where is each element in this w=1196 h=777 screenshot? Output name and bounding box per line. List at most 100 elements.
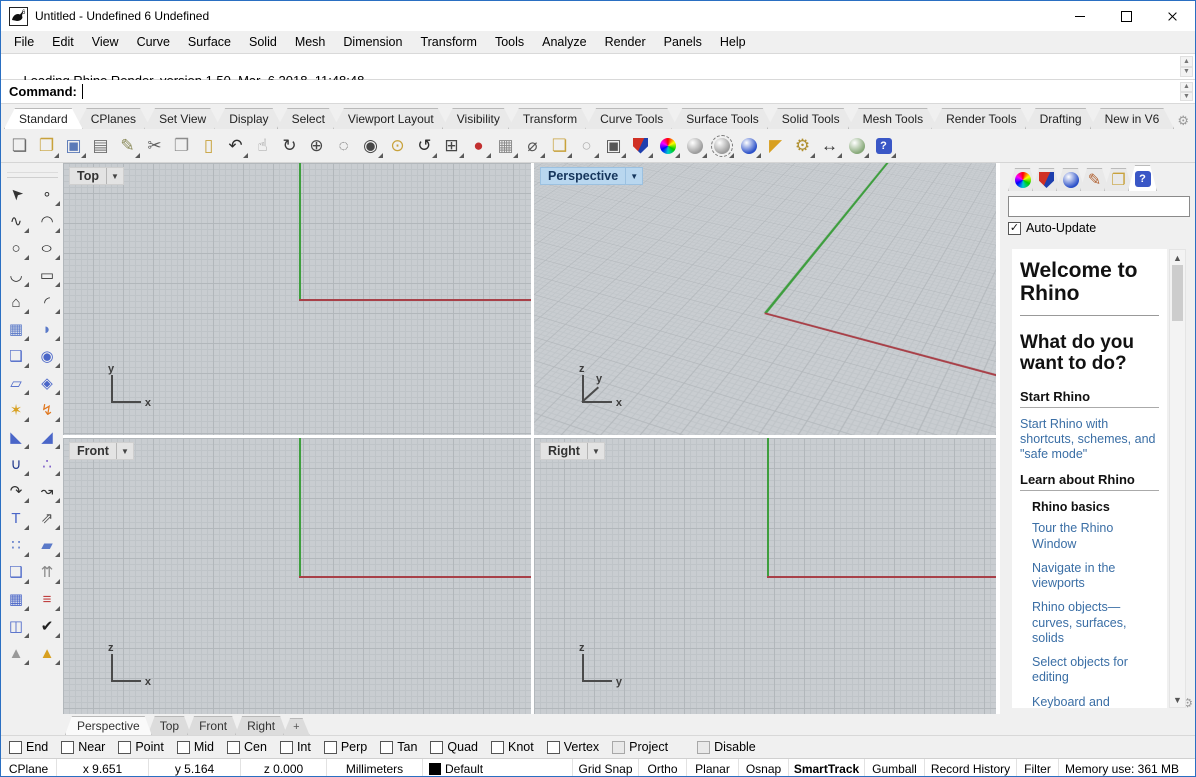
spinner-down-icon[interactable]: ▼ bbox=[1180, 91, 1193, 101]
arc-icon[interactable]: ◡ bbox=[3, 262, 30, 288]
menu-file[interactable]: File bbox=[5, 33, 43, 51]
libraries-folder-tab[interactable]: ❐ bbox=[1104, 168, 1133, 191]
checkbox-icon[interactable] bbox=[61, 740, 75, 754]
cplane-grid-icon[interactable]: ▦ bbox=[492, 132, 519, 159]
toolbar-tab-select[interactable]: Select bbox=[277, 108, 340, 129]
properties-shield-tab[interactable] bbox=[1032, 168, 1061, 191]
display-tab[interactable] bbox=[1008, 168, 1037, 191]
command-line[interactable]: Command: ▲ ▼ bbox=[1, 80, 1195, 104]
zoom-selected-icon[interactable]: ⊙ bbox=[384, 132, 411, 159]
rectangle-icon[interactable]: ▭ bbox=[34, 262, 61, 288]
status-osnap[interactable]: Osnap bbox=[739, 759, 789, 776]
status-smarttrack[interactable]: SmartTrack bbox=[789, 759, 865, 776]
checkbox-icon[interactable] bbox=[430, 740, 444, 754]
scroll-thumb[interactable] bbox=[1172, 265, 1183, 321]
box-icon[interactable]: ❑ bbox=[3, 343, 30, 369]
pyramid-icon[interactable]: ▲ bbox=[34, 640, 61, 666]
menu-mesh[interactable]: Mesh bbox=[286, 33, 335, 51]
maximize-button[interactable] bbox=[1103, 1, 1149, 31]
color-wheel-icon[interactable] bbox=[654, 132, 681, 159]
status-x-9-651[interactable]: x 9.651 bbox=[57, 759, 149, 776]
extrude-solid-icon[interactable]: ❑ bbox=[3, 559, 30, 585]
help-search-input[interactable] bbox=[1008, 196, 1190, 217]
move-icon[interactable]: ⇗ bbox=[34, 505, 61, 531]
save-icon[interactable]: ▣ bbox=[60, 132, 87, 159]
viewport-tab-top[interactable]: Top bbox=[148, 716, 191, 735]
paste-icon[interactable]: ▯ bbox=[195, 132, 222, 159]
checkbox-icon[interactable] bbox=[491, 740, 504, 754]
checkbox-icon[interactable] bbox=[279, 740, 293, 754]
osnap-end[interactable]: End bbox=[9, 740, 48, 754]
point-cloud-icon[interactable]: ∴ bbox=[34, 451, 61, 477]
rebuild-curve-icon[interactable]: ↝ bbox=[34, 478, 61, 504]
status-filter[interactable]: Filter bbox=[1017, 759, 1059, 776]
osnap-point[interactable]: Point bbox=[118, 740, 164, 754]
menu-render[interactable]: Render bbox=[596, 33, 655, 51]
viewport-front[interactable]: Front ▼ z x bbox=[63, 438, 531, 714]
osnap-disable[interactable]: Disable bbox=[697, 740, 756, 754]
toolbar-tab-visibility[interactable]: Visibility bbox=[442, 108, 515, 129]
chevron-down-icon[interactable]: ▼ bbox=[115, 443, 133, 459]
help-link-navigate-in-the-viewports[interactable]: Navigate in the viewports bbox=[1032, 561, 1159, 592]
checkbox-icon[interactable] bbox=[323, 740, 337, 754]
help-link-tour-the-rhino-window[interactable]: Tour the Rhino Window bbox=[1032, 521, 1159, 552]
scroll-up-icon[interactable]: ▲ bbox=[1180, 56, 1193, 67]
surface-network-icon[interactable]: ◈ bbox=[34, 370, 61, 396]
checkbox-icon[interactable] bbox=[227, 740, 240, 754]
surface-from-points-icon[interactable]: ▦ bbox=[3, 316, 30, 342]
checkbox-icon[interactable] bbox=[546, 740, 560, 754]
menu-view[interactable]: View bbox=[83, 33, 128, 51]
scroll-down-icon[interactable]: ▼ bbox=[1170, 692, 1185, 707]
osnap-knot[interactable]: Knot bbox=[491, 740, 534, 754]
status-memory-use-361-mb[interactable]: Memory use: 361 MB bbox=[1059, 759, 1195, 776]
menu-tools[interactable]: Tools bbox=[486, 33, 533, 51]
help-icon[interactable] bbox=[870, 132, 897, 159]
viewport-layout-icon[interactable]: ⊞ bbox=[438, 132, 465, 159]
render-sphere-icon[interactable] bbox=[735, 132, 762, 159]
menu-help[interactable]: Help bbox=[711, 33, 755, 51]
zoom-extents-icon[interactable]: ⊕ bbox=[303, 132, 330, 159]
curve-fillet-icon[interactable]: ◜ bbox=[34, 289, 61, 315]
array-rectangular-icon[interactable]: ▦ bbox=[3, 586, 30, 612]
viewport-right-label[interactable]: Right ▼ bbox=[540, 442, 605, 460]
named-view-car-icon[interactable]: ● bbox=[465, 132, 492, 159]
viewport-front-label[interactable]: Front ▼ bbox=[69, 442, 134, 460]
toolbar-tab-surface-tools[interactable]: Surface Tools bbox=[671, 108, 774, 129]
rhino-shield-icon[interactable] bbox=[627, 132, 654, 159]
cylinder-icon[interactable]: ▱ bbox=[3, 370, 30, 396]
curved-surface-icon[interactable]: ◗ bbox=[34, 316, 61, 342]
status-default[interactable]: Default bbox=[423, 759, 573, 776]
status-grid-snap[interactable]: Grid Snap bbox=[573, 759, 639, 776]
viewport-tab-right[interactable]: Right bbox=[235, 716, 287, 735]
dimension-icon[interactable]: ↔ bbox=[816, 132, 843, 159]
scroll-down-icon[interactable]: ▼ bbox=[1180, 66, 1193, 77]
checkbox-icon[interactable] bbox=[176, 740, 190, 754]
osnap-vertex[interactable]: Vertex bbox=[546, 740, 599, 754]
viewport-perspective-label[interactable]: Perspective ▼ bbox=[540, 167, 644, 185]
toolbar-tab-render-tools[interactable]: Render Tools bbox=[931, 108, 1032, 129]
edit-page-icon[interactable]: ✎ bbox=[114, 132, 141, 159]
command-history[interactable]: Loading Rhino Render, version 1.50, Mar … bbox=[1, 53, 1195, 88]
close-button[interactable] bbox=[1149, 1, 1195, 31]
open-folder-icon[interactable]: ❐ bbox=[33, 132, 60, 159]
ellipse-icon[interactable]: ○ bbox=[34, 235, 61, 261]
status-millimeters[interactable]: Millimeters bbox=[327, 759, 423, 776]
explode-icon[interactable]: ✶ bbox=[3, 397, 30, 423]
copy-icon[interactable]: ❐ bbox=[168, 132, 195, 159]
zoom-window-icon[interactable]: ◉ bbox=[357, 132, 384, 159]
viewport-tab-front[interactable]: Front bbox=[187, 716, 239, 735]
viewport-top[interactable]: Top ▼ y x bbox=[63, 163, 531, 435]
spinner-up-icon[interactable]: ▲ bbox=[1180, 82, 1193, 92]
circle-center-radius-icon[interactable]: ⌀ bbox=[519, 132, 546, 159]
toolbar-tab-cplanes[interactable]: CPlanes bbox=[76, 108, 151, 129]
undo-icon[interactable]: ↶ bbox=[222, 132, 249, 159]
toolbar-tab-curve-tools[interactable]: Curve Tools bbox=[585, 108, 678, 129]
help-tab[interactable] bbox=[1128, 165, 1157, 191]
chevron-down-icon[interactable]: ▼ bbox=[586, 443, 604, 459]
osnap-tan[interactable]: Tan bbox=[380, 740, 417, 754]
select-objects-icon[interactable]: ❏ bbox=[546, 132, 573, 159]
help-link-rhino-objects-curves-surfaces-[interactable]: Rhino objects—curves, surfaces, solids bbox=[1032, 600, 1159, 646]
help-scrollbar[interactable]: ▲ ▼ bbox=[1169, 249, 1186, 708]
status-gumball[interactable]: Gumball bbox=[865, 759, 925, 776]
menu-transform[interactable]: Transform bbox=[411, 33, 486, 51]
